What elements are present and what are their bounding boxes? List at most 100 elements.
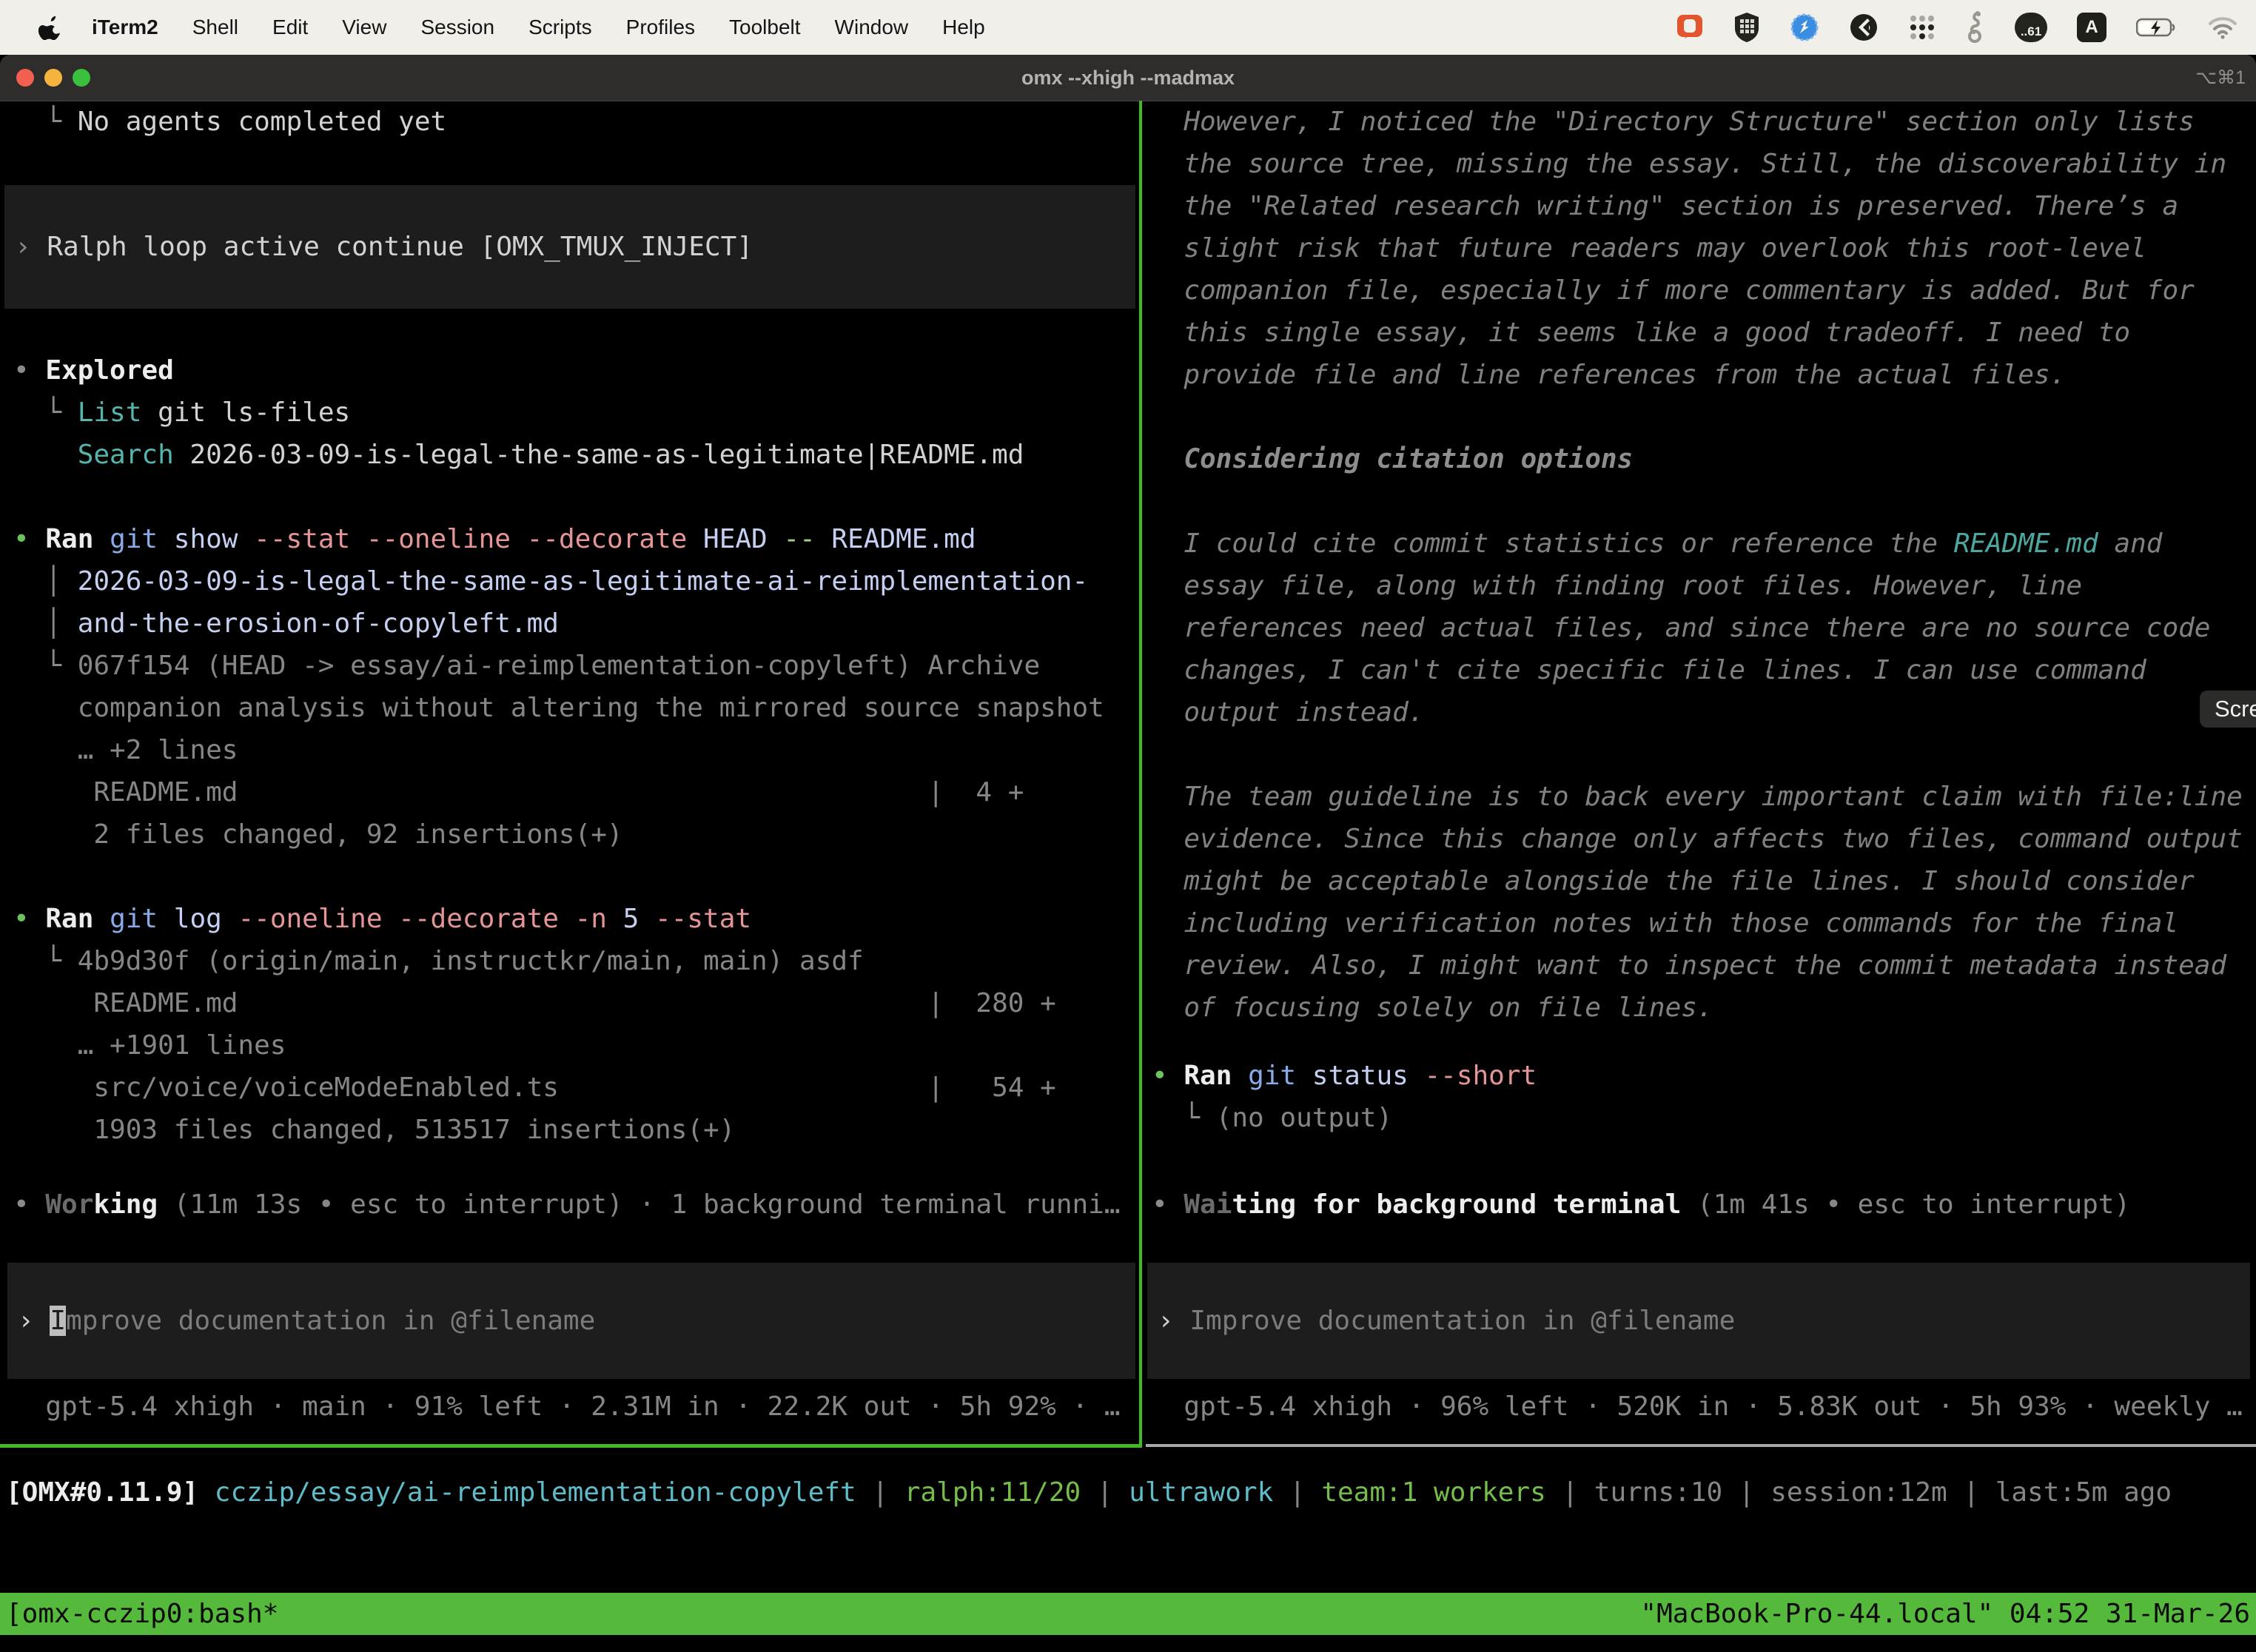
menu-item-view[interactable]: View [342, 16, 386, 39]
terminal-line: The team guideline is to back every impo… [1152, 776, 2243, 818]
terminal-text-segment: of focusing solely on file lines. [1152, 993, 1713, 1023]
terminal-text-segment: -- [783, 524, 831, 554]
ralph-loop-box[interactable]: › Ralph loop active continue [OMX_TMUX_I… [4, 185, 1135, 309]
terminal-line [1152, 396, 2243, 438]
terminal-text-segment: and-the-erosion-of-copyleft.md [78, 608, 559, 639]
terminal-text-segment: • [13, 1189, 45, 1220]
terminal-line: gpt-5.4 xhigh · 96% left · 520K in · 5.8… [1152, 1386, 2243, 1428]
terminal-text-segment: │ [13, 608, 78, 639]
terminal-text-segment: 067f154 (HEAD -> essay/ai-reimplementati… [78, 651, 1040, 681]
terminal-text-segment: … +2 lines [13, 735, 238, 765]
terminal-text-segment: • [1152, 1061, 1184, 1091]
terminal-line: └ (no output) [1152, 1097, 1537, 1139]
terminal-text-segment: HEAD [703, 524, 783, 554]
window-shortcut-badge: ⌥⌘1 [2195, 67, 2246, 89]
right-prompt-input[interactable]: › Improve documentation in @filename [1147, 1263, 2250, 1379]
terminal-line: └ List git ls-files [13, 392, 1104, 434]
terminal-text-segment: git [110, 524, 174, 554]
terminal-line: • Ran git show --stat --oneline --decora… [13, 518, 1104, 560]
terminal-text-segment: Search [13, 440, 174, 470]
counter-icon[interactable]: ..61 [2015, 13, 2047, 42]
terminal-line: this single essay, it seems like a good … [1152, 312, 2243, 354]
menu-item-help[interactable]: Help [942, 16, 985, 39]
terminal-text-segment: 2 files changed, 92 insertions(+) [13, 819, 623, 850]
terminal-text-segment: might be acceptable alongside the file l… [1152, 866, 2195, 896]
terminal-text-segment: essay file, along with finding root file… [1152, 571, 2082, 601]
apple-menu-icon[interactable] [38, 15, 61, 40]
terminal-text-segment: › [1158, 1306, 1189, 1336]
terminal-text-segment: └ [13, 397, 78, 428]
menu-item-shell[interactable]: Shell [192, 16, 238, 39]
terminal-text-segment: README.md [831, 524, 976, 554]
menu-item-session[interactable]: Session [420, 16, 494, 39]
terminal-line: › Improve documentation in @filename [18, 1300, 595, 1342]
terminal-line: essay file, along with finding root file… [1152, 565, 2243, 607]
badge-icon[interactable] [1790, 13, 1819, 42]
menu-item-profiles[interactable]: Profiles [626, 16, 695, 39]
terminal-line: └ 067f154 (HEAD -> essay/ai-reimplementa… [13, 645, 1104, 687]
shield-icon[interactable] [1733, 12, 1760, 43]
terminal-text-segment: show [174, 524, 254, 554]
iterm-window: omx --xhigh --madmax ⌥⌘1 └ No agents com… [0, 55, 2256, 1652]
terminal-line [1152, 733, 2243, 776]
dots-grid-icon[interactable] [1908, 13, 1936, 41]
terminal-line: • Working (11m 13s • esc to interrupt) ·… [13, 1183, 1121, 1226]
terminal-text-segment: src/voice/voiceModeEnabled.ts | 54 + [13, 1072, 1056, 1103]
left-pane-bottom-border [0, 1444, 1142, 1448]
right-pane-bottom-border [1146, 1444, 2256, 1447]
pane-divider[interactable] [1139, 101, 1142, 1448]
terminal-text-segment: session:12m [1770, 1477, 1963, 1508]
shutter-icon[interactable] [1849, 13, 1879, 42]
terminal-line: README.md | 280 + [13, 982, 1104, 1024]
terminal-text-segment: No agents completed yet [78, 107, 447, 137]
tmux-session-label[interactable]: [omx-cczip0:bash* [0, 1599, 278, 1629]
terminal-line: the "Related research writing" section i… [1152, 185, 2243, 227]
keyboard-layout-icon[interactable]: A [2077, 13, 2106, 42]
terminal-text-segment: (1m 41s • esc to interrupt) [1681, 1189, 2130, 1220]
terminal-text-segment: | [1739, 1477, 1770, 1508]
left-prompt-input[interactable]: › Improve documentation in @filename [7, 1263, 1135, 1379]
terminal-text-segment: gpt-5.4 xhigh · 96% left · 520K in · 5.8… [1152, 1391, 2243, 1422]
menu-item-iterm2[interactable]: iTerm2 [92, 16, 158, 39]
screen-overlay-label: Scre [2215, 696, 2256, 722]
menu-item-toolbelt[interactable]: Toolbelt [729, 16, 801, 39]
terminal-text-segment: slight risk that future readers may over… [1152, 233, 2146, 263]
terminal-text-segment: README.md [1954, 528, 2098, 559]
screen-overlay-button[interactable]: Scre [2200, 691, 2256, 728]
dragon-icon[interactable] [1966, 11, 1985, 44]
terminal-text-segment: | [1963, 1477, 1995, 1508]
chat-icon[interactable] [1676, 13, 1704, 41]
terminal-line: • Ran git log --oneline --decorate -n 5 … [13, 898, 1104, 940]
terminal-text-segment: output instead. [1152, 697, 1424, 728]
terminal-text-segment: | [1289, 1477, 1321, 1508]
left-model-statusline: gpt-5.4 xhigh · main · 91% left · 2.31M … [13, 1386, 1121, 1428]
terminal-text-segment: › [15, 232, 47, 262]
menu-items: iTerm2 Shell Edit View Session Scripts P… [92, 16, 985, 39]
terminal-text-segment: (no output) [1216, 1103, 1392, 1133]
terminal-text-segment: (11m 13s • esc to interrupt) · 1 backgro… [158, 1189, 1120, 1220]
terminal-text-segment: Ralph loop active continue [OMX_TMUX_INJ… [47, 232, 753, 262]
apple-logo-icon [38, 15, 61, 40]
terminal-text-segment: However, I noticed the "Directory Struct… [1152, 107, 2195, 137]
right-prompt-text: › Improve documentation in @filename [1158, 1300, 1735, 1342]
terminal-text-segment: companion analysis without altering the … [13, 693, 1104, 723]
wifi-icon[interactable] [2207, 16, 2238, 39]
terminal-text-segment: git [1248, 1061, 1312, 1091]
window-title-bar[interactable]: omx --xhigh --madmax ⌥⌘1 [0, 55, 2256, 101]
left-working-status: • Working (11m 13s • esc to interrupt) ·… [13, 1183, 1121, 1226]
terminal-line: └ No agents completed yet [13, 101, 446, 143]
terminal-text-segment: • [1152, 1189, 1184, 1220]
menu-item-scripts[interactable]: Scripts [528, 16, 592, 39]
terminal-line: • Waiting for background terminal (1m 41… [1152, 1183, 2130, 1226]
menu-item-window[interactable]: Window [835, 16, 909, 39]
terminal-line: └ 4b9d30f (origin/main, instructkr/main,… [13, 940, 1104, 982]
terminal-text-segment: 5 [623, 904, 655, 934]
menu-item-edit[interactable]: Edit [272, 16, 308, 39]
terminal-text-segment: gpt-5.4 xhigh · main · 91% left · 2.31M … [13, 1391, 1121, 1422]
right-ran-command: • Ran git status --short └ (no output) [1152, 1055, 1537, 1139]
battery-icon[interactable] [2136, 17, 2178, 38]
terminal-text-segment: the source tree, missing the essay. Stil… [1152, 149, 2226, 179]
terminal-text-segment: changes, I can't cite specific file line… [1152, 655, 2146, 685]
tmux-status-bar: [omx-cczip0:bash* "MacBook-Pro-44.local"… [0, 1593, 2256, 1635]
right-model-statusline: gpt-5.4 xhigh · 96% left · 520K in · 5.8… [1152, 1386, 2243, 1428]
